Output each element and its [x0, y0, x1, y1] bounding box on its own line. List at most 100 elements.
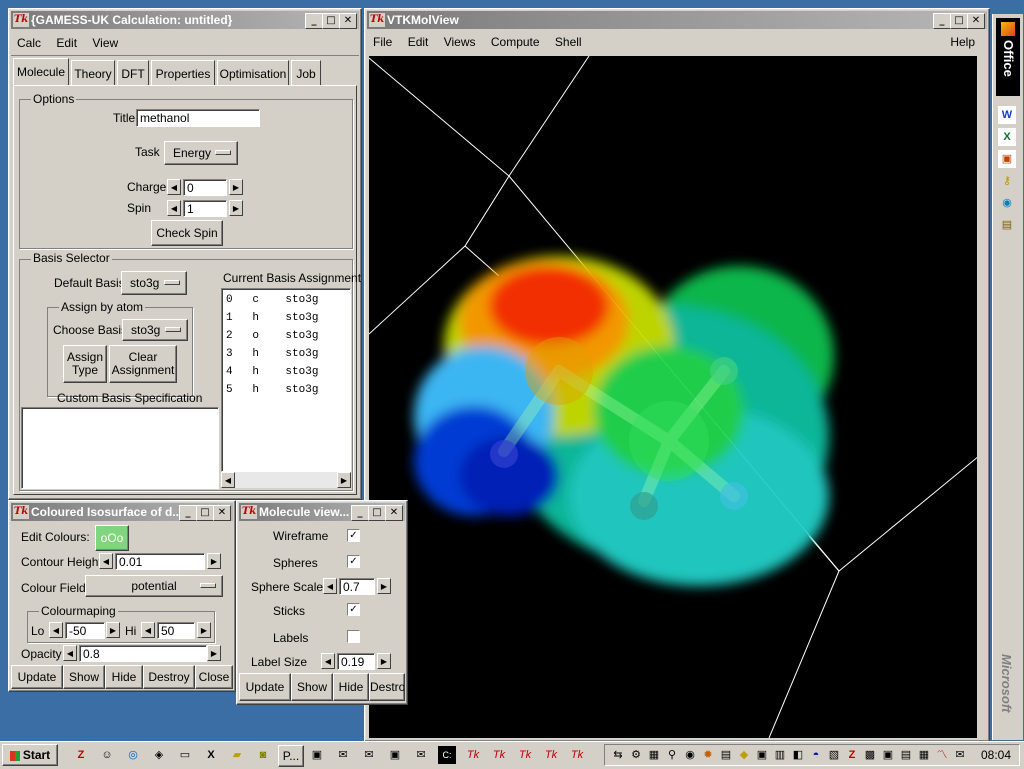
- list-item[interactable]: 2 o sto3g: [222, 327, 350, 345]
- menu-view[interactable]: View: [92, 36, 118, 50]
- tray-icon[interactable]: ◓: [807, 746, 825, 764]
- custom-basis-textarea[interactable]: [21, 407, 219, 489]
- lo-input[interactable]: -50: [65, 622, 105, 639]
- quicklaunch-x-icon[interactable]: X: [202, 746, 220, 764]
- maximize-button[interactable]: □: [368, 505, 386, 521]
- menu-compute[interactable]: Compute: [491, 35, 540, 49]
- label-size-decrement-button[interactable]: ◀: [321, 653, 335, 669]
- charge-input[interactable]: 0: [183, 179, 227, 196]
- tray-icon[interactable]: ▦: [645, 746, 663, 764]
- quicklaunch-drive-icon[interactable]: ▭: [176, 746, 194, 764]
- tray-mail-icon[interactable]: ✉: [951, 746, 969, 764]
- tray-icon[interactable]: ✹: [699, 746, 717, 764]
- show-button[interactable]: Show: [291, 673, 333, 701]
- list-item[interactable]: 3 h sto3g: [222, 345, 350, 363]
- render-viewport[interactable]: [369, 56, 977, 738]
- lo-decrement-button[interactable]: ◀: [49, 622, 63, 638]
- task-tk-icon[interactable]: Tk: [542, 746, 560, 764]
- quicklaunch-app-icon[interactable]: ☺: [98, 746, 116, 764]
- sphere-scale-increment-button[interactable]: ▶: [377, 578, 391, 594]
- check-spin-button[interactable]: Check Spin: [151, 220, 223, 246]
- horizontal-scrollbar[interactable]: ◀ ▶: [221, 472, 351, 488]
- list-item[interactable]: 1 h sto3g: [222, 309, 350, 327]
- choose-basis-select[interactable]: sto3g: [122, 319, 188, 341]
- charge-increment-button[interactable]: ▶: [229, 179, 243, 195]
- opacity-increment-button[interactable]: ▶: [207, 645, 221, 661]
- quicklaunch-app-icon[interactable]: Z: [72, 746, 90, 764]
- task-mail-icon[interactable]: ✉: [360, 746, 378, 764]
- menu-file[interactable]: File: [373, 35, 392, 49]
- quicklaunch-app-icon[interactable]: ◙: [254, 746, 272, 764]
- office-app-icon[interactable]: ▤: [998, 216, 1016, 234]
- sphere-scale-decrement-button[interactable]: ◀: [323, 578, 337, 594]
- tab-properties[interactable]: Properties: [151, 60, 215, 86]
- tab-dft[interactable]: DFT: [117, 60, 149, 86]
- title-input[interactable]: methanol: [136, 109, 260, 127]
- hide-button[interactable]: Hide: [105, 665, 143, 689]
- task-tk-icon[interactable]: Tk: [464, 746, 482, 764]
- maximize-button[interactable]: □: [950, 13, 968, 29]
- menu-edit[interactable]: Edit: [56, 36, 77, 50]
- molecule-view-titlebar[interactable]: Tk Molecule view... _ □ ✕: [239, 503, 405, 521]
- word-icon[interactable]: W: [998, 106, 1016, 124]
- scroll-right-icon[interactable]: ▶: [337, 472, 351, 488]
- close-button[interactable]: ✕: [385, 505, 403, 521]
- spheres-checkbox[interactable]: ✓: [347, 555, 360, 568]
- tray-icon[interactable]: ▦: [915, 746, 933, 764]
- quicklaunch-app-icon[interactable]: ◈: [150, 746, 168, 764]
- tray-icon[interactable]: ▥: [771, 746, 789, 764]
- scroll-left-icon[interactable]: ◀: [221, 472, 235, 488]
- opacity-input[interactable]: 0.8: [79, 645, 207, 662]
- show-button[interactable]: Show: [63, 665, 105, 689]
- minimize-button[interactable]: _: [351, 505, 369, 521]
- vtk-titlebar[interactable]: Tk VTKMolView _ □ ✕: [367, 11, 987, 29]
- minimize-button[interactable]: _: [933, 13, 951, 29]
- close-button[interactable]: ✕: [213, 505, 231, 521]
- default-basis-select[interactable]: sto3g: [121, 271, 187, 295]
- sphere-scale-input[interactable]: 0.7: [339, 578, 375, 595]
- tray-icon[interactable]: ⇆: [609, 746, 627, 764]
- tab-molecule[interactable]: Molecule: [13, 58, 69, 86]
- close-button[interactable]: ✕: [967, 13, 985, 29]
- quicklaunch-folder-icon[interactable]: ▰: [228, 746, 246, 764]
- close-dialog-button[interactable]: Close: [195, 665, 233, 689]
- task-mail-icon[interactable]: ✉: [412, 746, 430, 764]
- label-size-increment-button[interactable]: ▶: [377, 653, 391, 669]
- powerpoint-icon[interactable]: ▣: [998, 150, 1016, 168]
- menu-calc[interactable]: Calc: [17, 36, 41, 50]
- minimize-button[interactable]: _: [305, 13, 323, 29]
- contour-decrement-button[interactable]: ◀: [99, 553, 113, 569]
- sticks-checkbox[interactable]: ✓: [347, 603, 360, 616]
- list-item[interactable]: 0 c sto3g: [222, 291, 350, 309]
- gamess-titlebar[interactable]: Tk {GAMESS-UK Calculation: untitled} _ □ …: [11, 11, 359, 29]
- key-icon[interactable]: ⚷: [998, 172, 1016, 190]
- quicklaunch-browser-icon[interactable]: ◎: [124, 746, 142, 764]
- wireframe-checkbox[interactable]: ✓: [347, 529, 360, 542]
- contour-height-input[interactable]: 0.01: [115, 553, 205, 570]
- hi-increment-button[interactable]: ▶: [197, 622, 211, 638]
- menu-views[interactable]: Views: [444, 35, 476, 49]
- spin-decrement-button[interactable]: ◀: [167, 200, 181, 216]
- lo-increment-button[interactable]: ▶: [106, 622, 120, 638]
- hi-input[interactable]: 50: [157, 622, 195, 639]
- internet-icon[interactable]: ◉: [998, 194, 1016, 212]
- tray-icon[interactable]: ◆: [735, 746, 753, 764]
- colour-field-select[interactable]: potential: [85, 575, 223, 597]
- tab-theory[interactable]: Theory: [71, 60, 115, 86]
- maximize-button[interactable]: □: [196, 505, 214, 521]
- tray-icon[interactable]: ▣: [753, 746, 771, 764]
- task-app-icon[interactable]: ▣: [386, 746, 404, 764]
- tray-icon[interactable]: ▧: [825, 746, 843, 764]
- task-mail-icon[interactable]: ✉: [334, 746, 352, 764]
- assign-type-button[interactable]: Assign Type: [63, 345, 107, 383]
- task-tk-icon[interactable]: Tk: [568, 746, 586, 764]
- update-button[interactable]: Update: [239, 673, 291, 701]
- update-button[interactable]: Update: [11, 665, 63, 689]
- tray-icon[interactable]: ⚲: [663, 746, 681, 764]
- hide-button[interactable]: Hide: [333, 673, 369, 701]
- labels-checkbox[interactable]: [347, 630, 360, 643]
- task-console-icon[interactable]: C:: [438, 746, 456, 764]
- edit-colours-button[interactable]: oOo: [95, 525, 129, 551]
- label-size-input[interactable]: 0.19: [337, 653, 375, 670]
- current-basis-list[interactable]: 0 c sto3g 1 h sto3g 2 o sto3g 3 h sto3g …: [221, 288, 351, 472]
